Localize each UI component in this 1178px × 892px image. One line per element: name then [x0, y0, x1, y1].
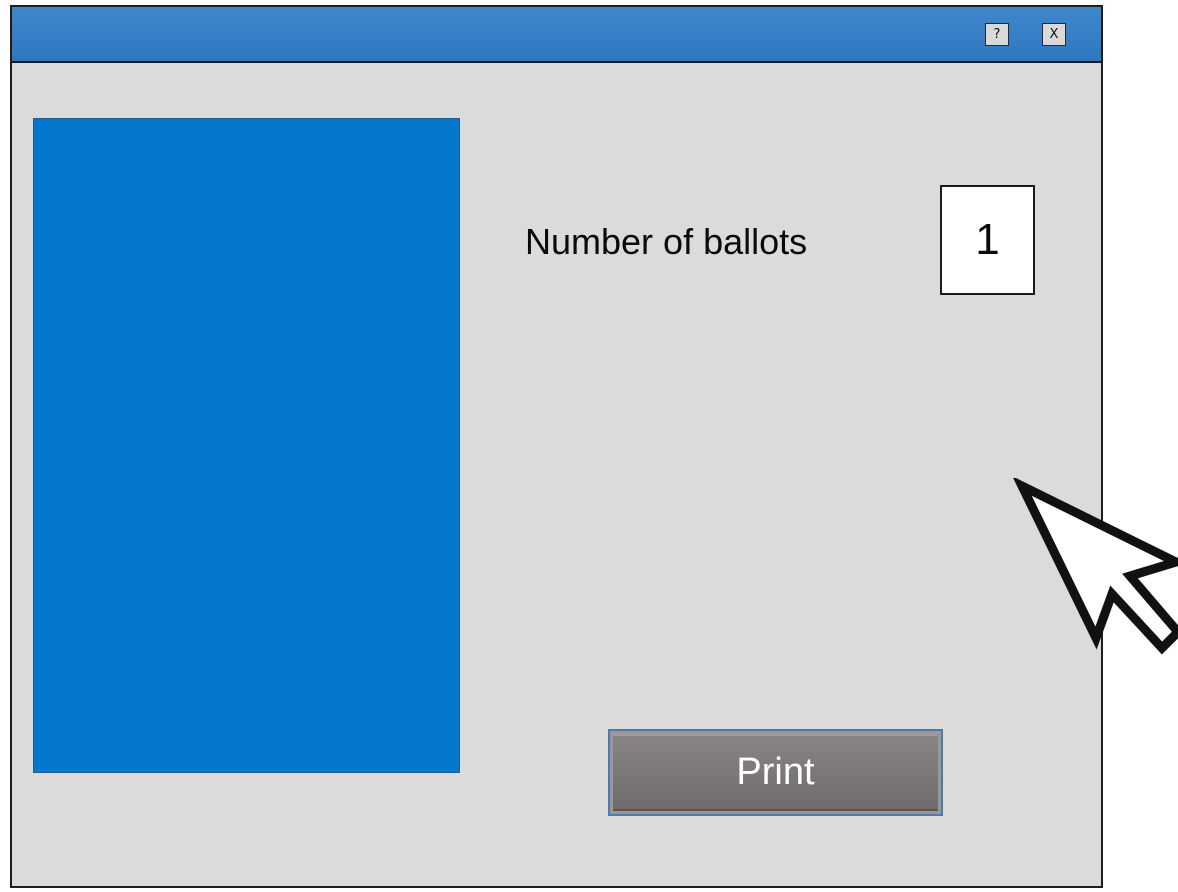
ballot-preview-area: [33, 118, 460, 773]
number-of-ballots-label: Number of ballots: [525, 221, 808, 262]
close-button[interactable]: X: [1042, 23, 1066, 46]
title-bar[interactable]: ? X: [12, 7, 1101, 63]
help-button[interactable]: ?: [985, 23, 1009, 46]
number-of-ballots-input[interactable]: 1: [940, 185, 1035, 295]
mouse-pointer-arrow-icon: [1013, 478, 1178, 655]
print-button[interactable]: Print: [608, 729, 943, 816]
